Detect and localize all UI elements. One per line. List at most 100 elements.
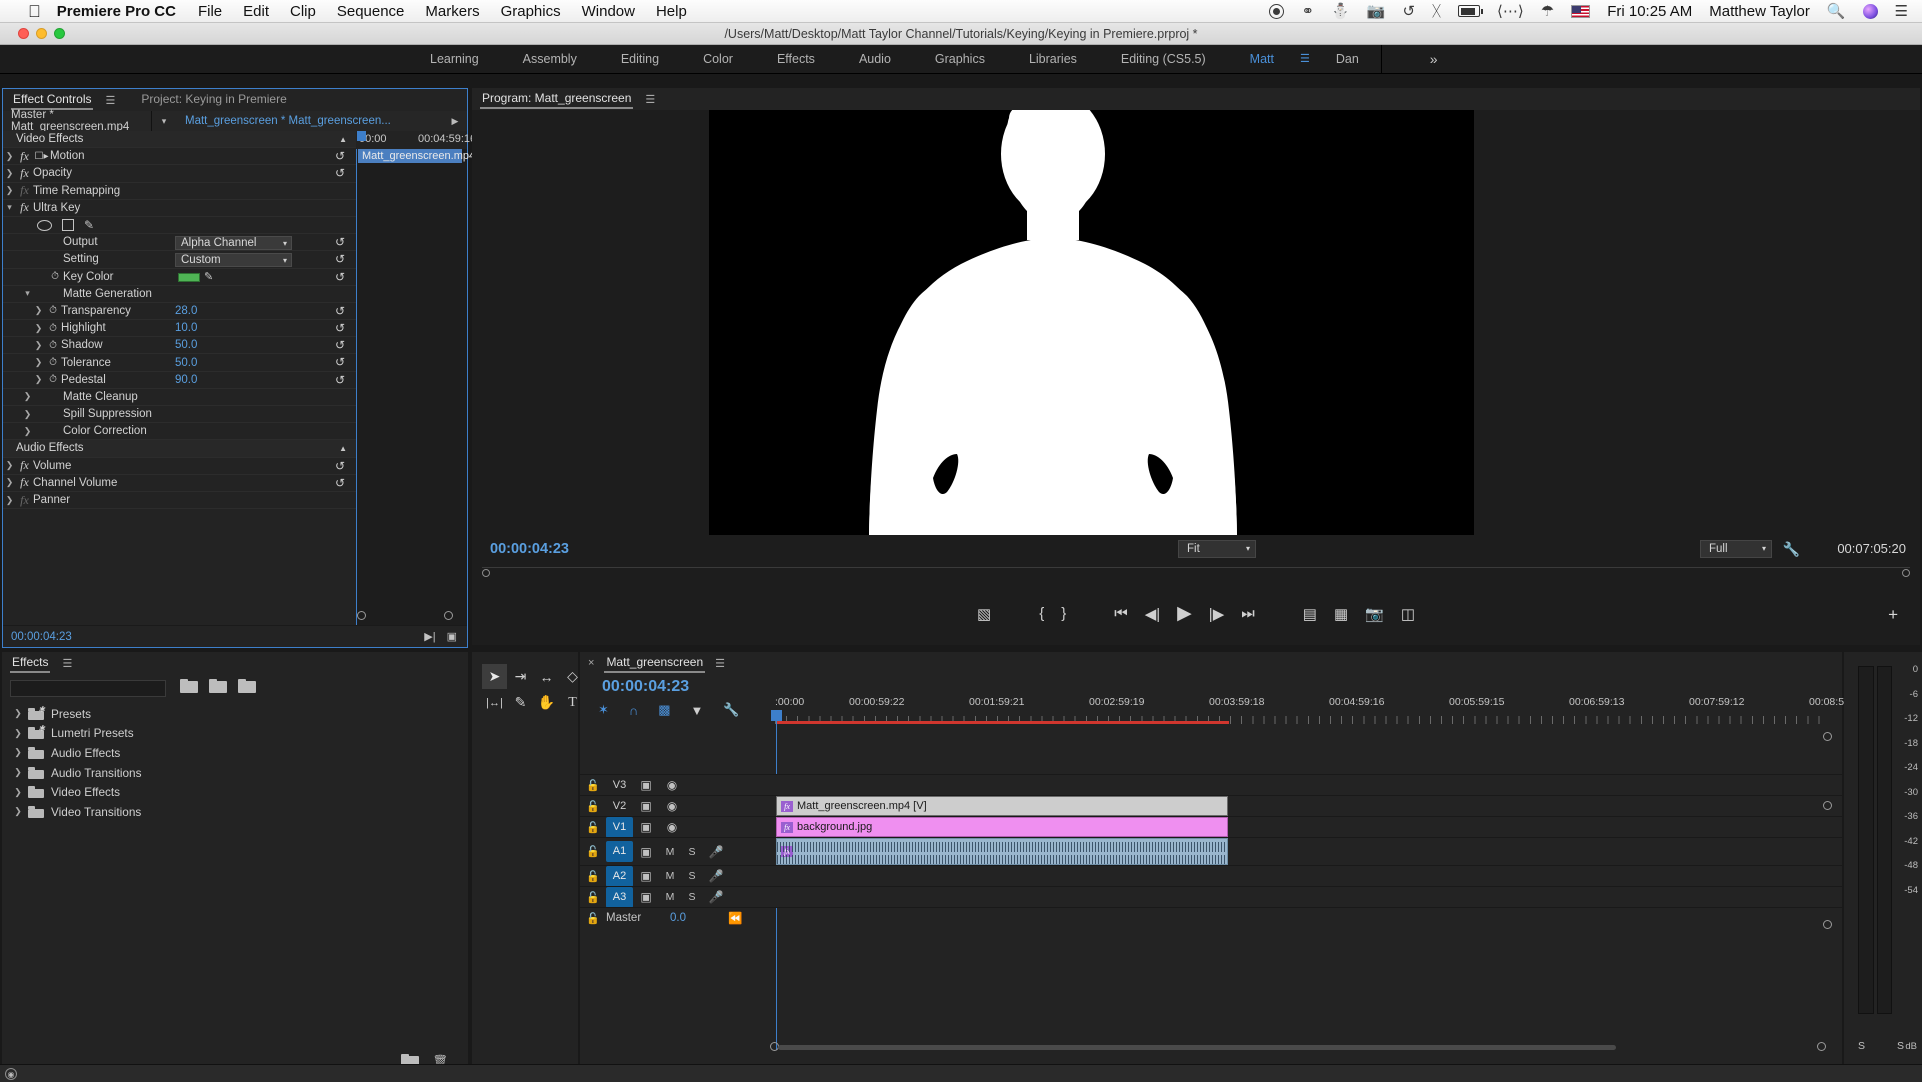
tree-item-video-effects[interactable]: ❯ Video Effects <box>2 782 468 802</box>
effect-row-ultra-key[interactable]: ▾ fx Ultra Key <box>3 200 356 217</box>
eyedropper-icon[interactable]: ✎ <box>204 270 213 283</box>
sequence-clip-label[interactable]: Matt_greenscreen * Matt_greenscreen... <box>176 115 443 127</box>
target-track-icon[interactable]: ▣ <box>633 778 659 792</box>
param-value[interactable]: 10.0 <box>175 322 197 334</box>
footer-timecode[interactable]: 00:00:04:23 <box>11 631 72 643</box>
eyedropper-mask-icon[interactable]: ✎ <box>84 218 94 232</box>
master-track-row[interactable]: 🔓 Master 0.0 ⏪ <box>580 907 1842 928</box>
timeline-ruler[interactable]: :00:00 00:00:59:22 00:01:59:21 00:02:59:… <box>775 696 1826 716</box>
workspace-learning[interactable]: Learning <box>408 45 501 74</box>
menu-help[interactable]: Help <box>656 3 687 20</box>
effect-row-channel-volume[interactable]: ❯ fx Channel Volume ↺ <box>3 475 356 492</box>
twirl-icon[interactable]: ❯ <box>3 185 16 196</box>
siri-icon[interactable] <box>1863 4 1878 19</box>
bluetooth-icon[interactable]: ᚷ <box>1432 3 1441 20</box>
close-icon[interactable]: × <box>588 657 594 669</box>
tree-item-lumetri-presets[interactable]: ❯ ✱ Lumetri Presets <box>2 724 468 744</box>
render-bar[interactable] <box>777 721 1229 724</box>
track-select-forward-tool[interactable]: ⇥ <box>508 664 533 689</box>
tree-item-audio-effects[interactable]: ❯ Audio Effects <box>2 743 468 763</box>
rectangle-mask-icon[interactable] <box>62 219 74 231</box>
reset-icon[interactable]: ↺ <box>333 373 347 387</box>
param-value[interactable]: 90.0 <box>175 374 197 386</box>
workspace-audio[interactable]: Audio <box>837 45 913 74</box>
export-frame-camera-icon[interactable]: 📷 <box>1365 605 1384 623</box>
reset-icon[interactable]: ↺ <box>333 149 347 163</box>
lock-icon[interactable]: 🔓 <box>580 845 606 858</box>
track-row-a2[interactable]: 🔓 A2 ▣ M S 🎤 <box>580 865 1842 886</box>
param-value[interactable]: 50.0 <box>175 339 197 351</box>
param-row-output[interactable]: Output Alpha Channel ▾ ↺ <box>3 234 356 251</box>
workspace-editing-cs55[interactable]: Editing (CS5.5) <box>1099 45 1228 74</box>
new-custom-bin-icon[interactable] <box>209 679 227 693</box>
linked-selection-icon[interactable]: ✶ <box>598 702 609 718</box>
eye-icon[interactable]: ◉ <box>659 820 685 834</box>
param-row-shadow[interactable]: ❯ ⏱ Shadow 50.0 ↺ <box>3 337 356 354</box>
target-track-icon[interactable]: ▣ <box>633 820 659 834</box>
program-monitor-video[interactable] <box>709 110 1474 542</box>
program-monitor-scrub-bar[interactable] <box>482 567 1910 576</box>
timeline-clip-v1[interactable]: fx background.jpg <box>776 817 1228 837</box>
menu-sequence[interactable]: Sequence <box>337 3 405 20</box>
meter-bars[interactable] <box>1858 666 1892 1014</box>
scrub-start-handle[interactable] <box>482 569 490 577</box>
twirl-icon[interactable]: ❯ <box>32 305 45 316</box>
workspace-editing[interactable]: Editing <box>599 45 681 74</box>
group-row-matte-generation[interactable]: ▾ Matte Generation <box>3 286 356 303</box>
tree-item-video-transitions[interactable]: ❯ Video Transitions <box>2 802 468 822</box>
param-value[interactable]: 50.0 <box>175 357 197 369</box>
twirl-icon-open[interactable]: ▾ <box>3 202 16 213</box>
timeline-horizontal-scrollbar[interactable] <box>770 1042 1826 1052</box>
twirl-icon[interactable]: ❯ <box>8 728 28 739</box>
timeline-timecode[interactable]: 00:00:04:23 <box>602 678 689 696</box>
twirl-icon[interactable]: ❯ <box>32 374 45 385</box>
apple-icon[interactable]:  <box>28 3 41 20</box>
twirl-icon[interactable]: ❯ <box>3 168 16 179</box>
status-indicator-icon[interactable]: ◉ <box>5 1068 17 1080</box>
record-icon[interactable] <box>1269 4 1284 19</box>
twirl-icon[interactable]: ❯ <box>21 391 34 402</box>
comparison-view-icon[interactable]: ◫ <box>1401 605 1415 623</box>
reset-icon[interactable]: ↺ <box>333 321 347 335</box>
reset-icon[interactable]: ↺ <box>333 338 347 352</box>
mute-track-button[interactable]: M <box>659 891 681 903</box>
timemachine-icon[interactable]: ↺ <box>1402 2 1415 20</box>
twirl-icon[interactable]: ❯ <box>8 747 28 758</box>
workspace-matt[interactable]: Matt <box>1228 45 1296 74</box>
battery-icon[interactable] <box>1458 5 1480 17</box>
program-monitor-menu-icon[interactable]: ☰ <box>645 93 655 106</box>
target-track-icon[interactable]: ▣ <box>633 799 659 813</box>
step-back-icon[interactable]: ◀| <box>1145 605 1160 623</box>
solo-right-button[interactable]: S <box>1897 1040 1904 1052</box>
workspace-libraries[interactable]: Libraries <box>1007 45 1099 74</box>
pen-tool[interactable]: ✎ <box>508 690 533 715</box>
track-row-v3[interactable]: 🔓 V3 ▣ ◉ <box>580 774 1842 795</box>
go-to-out-icon[interactable]: ⏭ <box>1241 605 1255 622</box>
menu-markers[interactable]: Markers <box>425 3 479 20</box>
marker-sync-icon[interactable]: ▩ <box>658 702 670 718</box>
mark-out-icon[interactable]: } <box>1061 605 1066 622</box>
workspace-effects[interactable]: Effects <box>755 45 837 74</box>
track-row-a1[interactable]: 🔓 A1 ▣ M S 🎤 fx <box>580 837 1842 865</box>
reset-icon[interactable]: ↺ <box>333 252 347 266</box>
hand-tool[interactable]: ✋ <box>534 690 559 715</box>
tab-project[interactable]: Project: Keying in Premiere <box>139 90 288 110</box>
group-row-spill-suppression[interactable]: ❯ Spill Suppression <box>3 406 356 423</box>
menu-graphics[interactable]: Graphics <box>501 3 561 20</box>
lock-icon[interactable]: 🔓 <box>580 870 606 883</box>
scrub-end-handle[interactable] <box>1902 569 1910 577</box>
current-timecode[interactable]: 00:00:04:23 <box>490 541 569 557</box>
track-height-knob-mid[interactable] <box>1823 801 1832 810</box>
reset-icon[interactable]: ↺ <box>333 166 347 180</box>
spotlight-search-icon[interactable]: 🔍 <box>1827 2 1846 20</box>
wifi-icon[interactable]: ☂ <box>1541 2 1554 20</box>
lock-icon[interactable]: 🔓 <box>580 912 606 925</box>
key-color-swatch[interactable] <box>178 273 200 282</box>
mark-in-icon[interactable]: { <box>1039 605 1044 622</box>
add-marker-icon[interactable]: ▼ <box>691 703 704 718</box>
microphone-icon[interactable]: 🎤 <box>703 890 729 904</box>
tab-effect-controls[interactable]: Effect Controls <box>11 90 93 110</box>
chevron-up-icon[interactable]: ▲ <box>339 444 347 453</box>
button-editor-plus-icon[interactable]: + <box>1888 605 1898 625</box>
menu-file[interactable]: File <box>198 3 222 20</box>
